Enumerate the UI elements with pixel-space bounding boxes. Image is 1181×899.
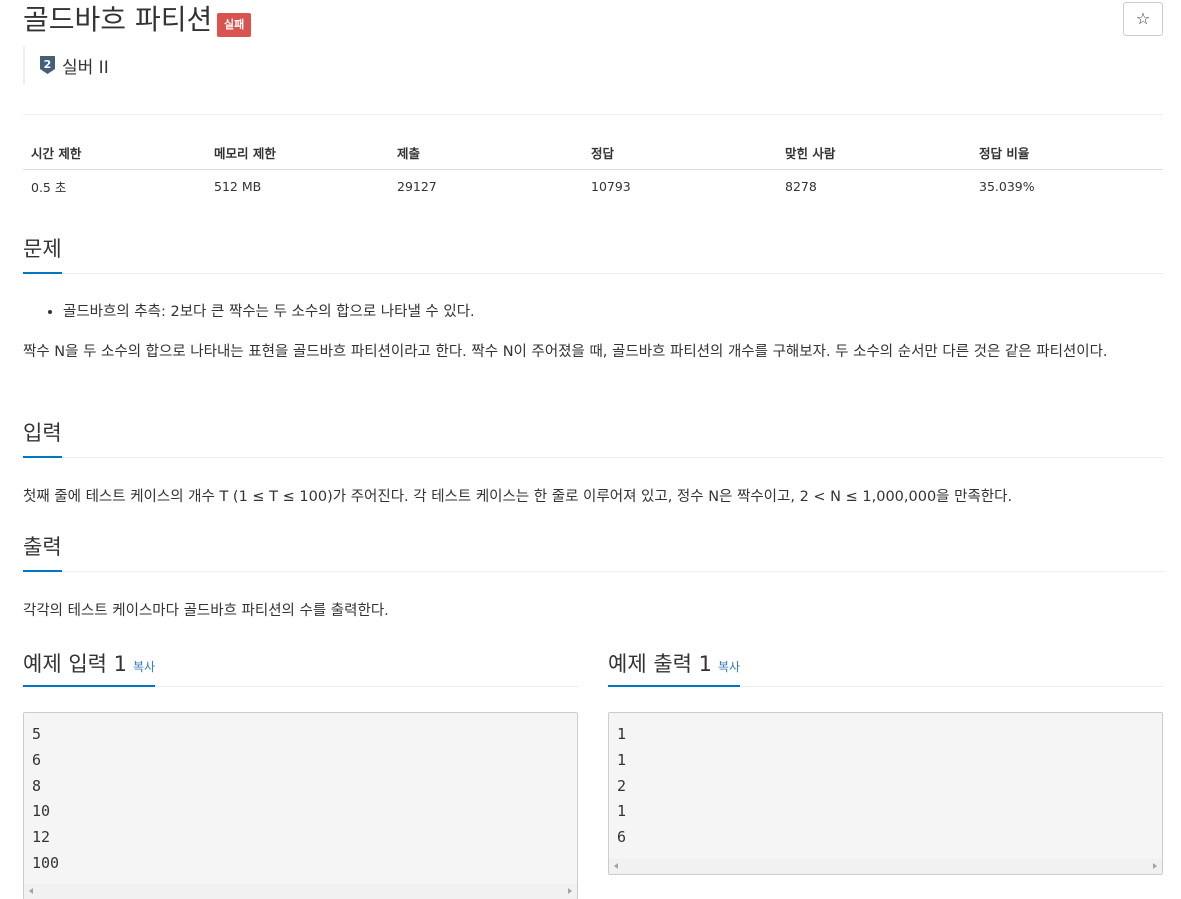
output-paragraph: 각각의 테스트 케이스마다 골드바흐 파티션의 수를 출력한다. xyxy=(23,603,389,619)
output-body: 각각의 테스트 케이스마다 골드바흐 파티션의 수를 출력한다. xyxy=(23,597,1163,626)
sample-input-header: 예제 입력 1 복사 xyxy=(23,641,578,687)
status-badge[interactable]: 실패 xyxy=(217,13,252,37)
sample-output-line: 6 xyxy=(617,828,627,847)
sample-input-line: 100 xyxy=(32,853,60,872)
sample-output-line: 1 xyxy=(617,750,627,769)
sample-output-line: 1 xyxy=(617,725,627,743)
scroll-left-arrow-icon[interactable] xyxy=(614,863,618,869)
sample-output-title: 예제 출력 1 xyxy=(608,652,712,676)
output-section-header: 출력 xyxy=(23,532,1163,572)
sample-input-box[interactable]: 5 6 8 10 12 100 xyxy=(23,712,578,899)
sample-input-column: 예제 입력 1 복사 5 6 8 10 12 100 xyxy=(23,641,578,899)
input-heading: 입력 xyxy=(23,418,62,458)
description-bullet: 골드바흐의 추측: 2보다 큰 짝수는 두 소수의 합으로 나타낼 수 있다. xyxy=(63,298,1163,327)
tier-silver-icon: 2 xyxy=(40,56,55,74)
description-heading: 문제 xyxy=(23,234,62,274)
sample-input-heading: 예제 입력 1 복사 xyxy=(23,649,156,687)
info-value-row: 0.5 초 512 MB 29127 10793 8278 35.039% xyxy=(23,169,1163,204)
header-time-limit: 시간 제한 xyxy=(23,136,206,170)
value-submissions[interactable]: 29127 xyxy=(389,169,583,204)
header-submissions: 제출 xyxy=(389,136,583,170)
header-accepted: 정답 xyxy=(583,136,777,170)
sample-output-heading: 예제 출력 1 복사 xyxy=(608,649,741,687)
copy-output-button[interactable]: 복사 xyxy=(718,660,740,674)
problem-info-table: 시간 제한 메모리 제한 제출 정답 맞힌 사람 정답 비율 0.5 초 512… xyxy=(23,136,1163,204)
star-button[interactable]: ☆ xyxy=(1123,2,1163,36)
header-memory-limit: 메모리 제한 xyxy=(206,136,389,170)
description-paragraph: 짝수 N을 두 소수의 합으로 나타내는 표현을 골드바흐 파티션이라고 한다.… xyxy=(23,344,1108,360)
sample-output-line: 2 xyxy=(617,776,627,795)
sample-output-scrollbar[interactable] xyxy=(609,859,1162,874)
output-heading: 출력 xyxy=(23,532,62,572)
sample-input-line: 6 xyxy=(32,750,42,769)
header-divider xyxy=(23,114,1163,115)
scroll-left-arrow-icon[interactable] xyxy=(29,888,33,894)
star-icon: ☆ xyxy=(1135,9,1151,28)
problem-title: 골드바흐 파티션 xyxy=(23,3,213,36)
description-bullet-list: 골드바흐의 추측: 2보다 큰 짝수는 두 소수의 합으로 나타낼 수 있다. xyxy=(23,298,1163,327)
sample-output-header: 예제 출력 1 복사 xyxy=(608,641,1163,687)
sample-output-line: 1 xyxy=(617,802,627,821)
input-paragraph: 첫째 줄에 테스트 케이스의 개수 T (1 ≤ T ≤ 100)가 주어진다.… xyxy=(23,489,1013,505)
sample-input-line: 10 xyxy=(32,802,51,821)
value-memory-limit: 512 MB xyxy=(214,179,262,195)
sample-input-line: 12 xyxy=(32,828,51,847)
info-header-row: 시간 제한 메모리 제한 제출 정답 맞힌 사람 정답 비율 xyxy=(23,136,1163,170)
sample-input-title: 예제 입력 1 xyxy=(23,652,127,676)
tier-number: 2 xyxy=(44,58,52,71)
value-solvers[interactable]: 8278 xyxy=(777,169,971,204)
value-ratio: 35.039% xyxy=(979,179,1035,195)
description-section-header: 문제 xyxy=(23,234,1163,274)
input-body: 첫째 줄에 테스트 케이스의 개수 T (1 ≤ T ≤ 100)가 주어진다.… xyxy=(23,483,1163,512)
sample-output-box[interactable]: 1 1 2 1 6 xyxy=(608,712,1163,875)
sample-output-column: 예제 출력 1 복사 1 1 2 1 6 xyxy=(608,641,1163,875)
description-body: 골드바흐의 추측: 2보다 큰 짝수는 두 소수의 합으로 나타낼 수 있다. … xyxy=(23,298,1163,367)
scroll-right-arrow-icon[interactable] xyxy=(568,888,572,894)
value-time-limit: 0.5 초 xyxy=(31,180,67,196)
scroll-right-arrow-icon[interactable] xyxy=(1153,863,1157,869)
header-ratio: 정답 비율 xyxy=(971,136,1163,170)
sample-input-line: 8 xyxy=(32,776,42,795)
sample-input-line: 5 xyxy=(32,725,42,743)
sample-input-scrollbar[interactable] xyxy=(24,884,577,899)
header-solvers: 맞힌 사람 xyxy=(777,136,971,170)
value-accepted[interactable]: 10793 xyxy=(583,169,777,204)
tier-label[interactable]: 실버 II xyxy=(62,53,109,78)
copy-input-button[interactable]: 복사 xyxy=(133,660,155,674)
tier-info: 2 실버 II xyxy=(23,46,109,84)
problem-header: 골드바흐 파티션 실패 ☆ 2 실버 II xyxy=(23,0,1163,115)
input-section-header: 입력 xyxy=(23,418,1163,458)
